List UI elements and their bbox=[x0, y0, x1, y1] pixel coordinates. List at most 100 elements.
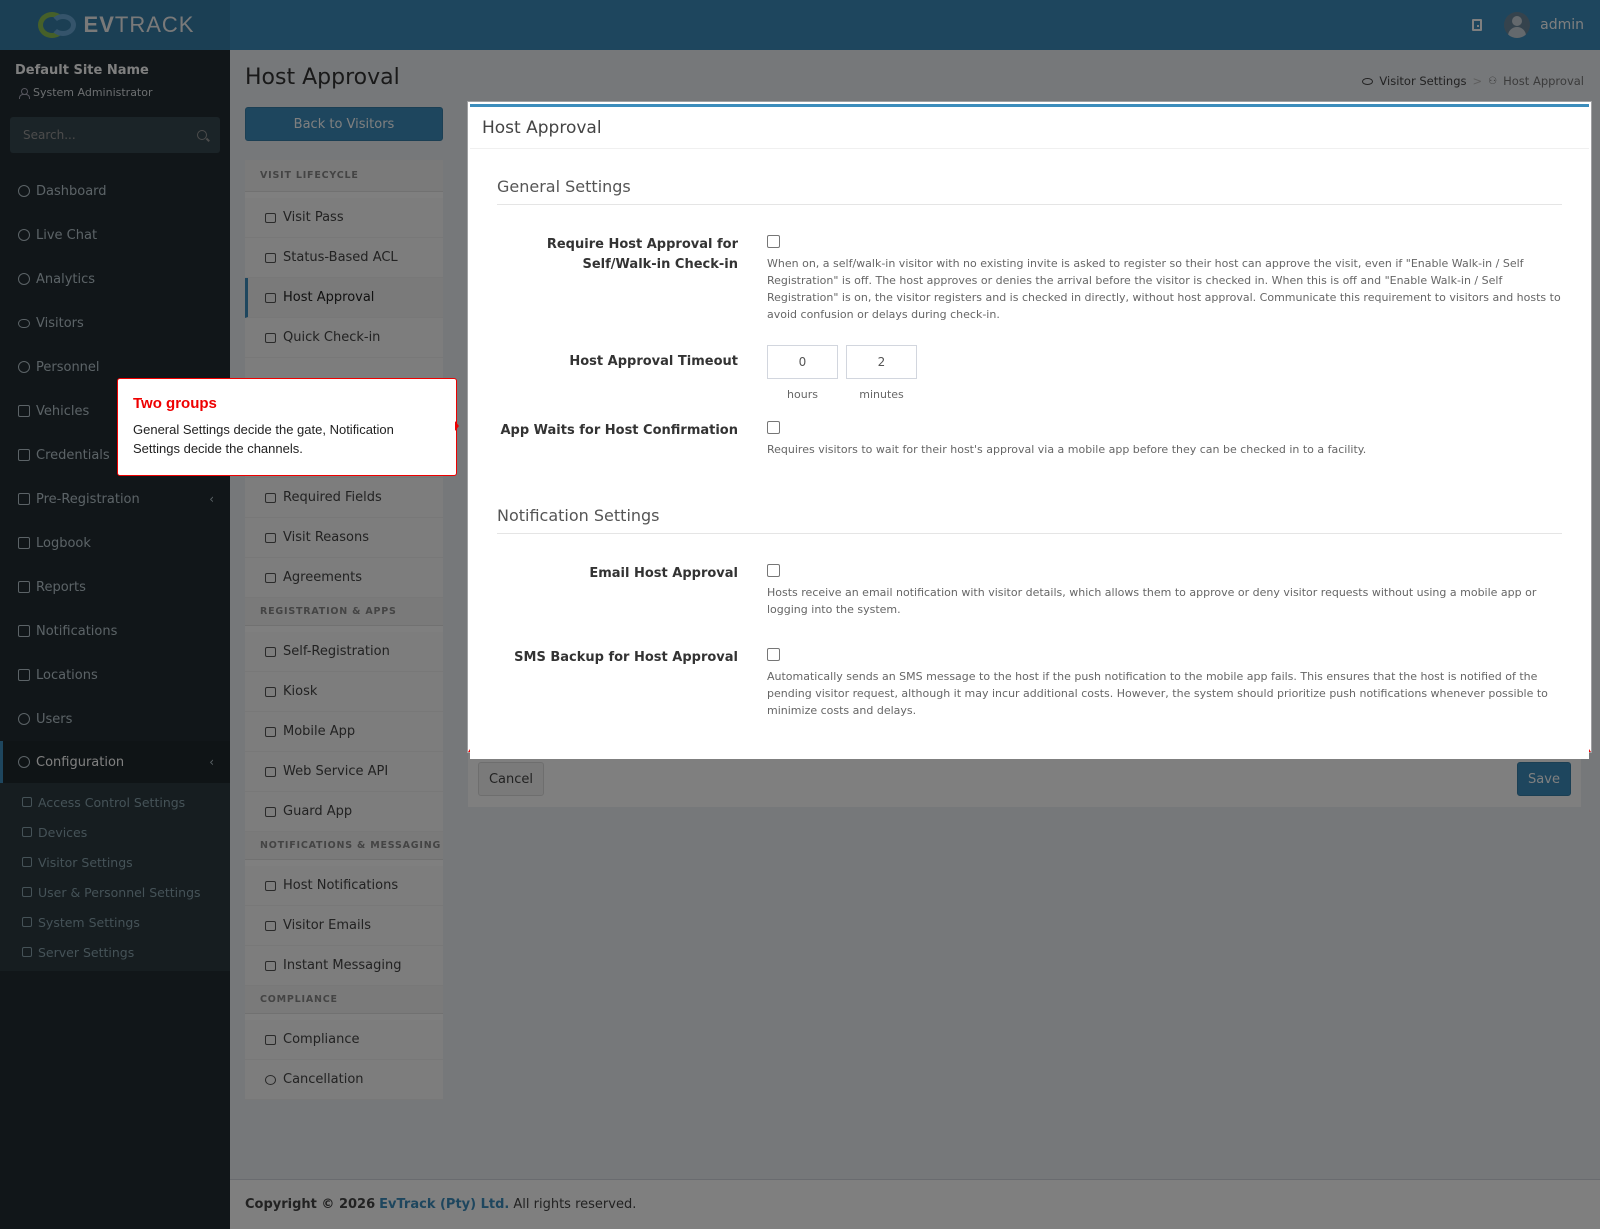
main-menu: Dashboard Live Chat Analytics Visitors P… bbox=[0, 169, 230, 971]
nav-item-compliance[interactable]: Compliance bbox=[245, 1020, 443, 1060]
sidebar-item-dashboard[interactable]: Dashboard bbox=[0, 169, 230, 213]
nav-item-instant-messaging[interactable]: Instant Messaging bbox=[245, 946, 443, 986]
sidebar-item-pre-registration[interactable]: Pre-Registration ‹ bbox=[0, 477, 230, 521]
breadcrumb-separator: > bbox=[1472, 74, 1483, 88]
sidebar-item-analytics[interactable]: Analytics bbox=[0, 257, 230, 301]
nav-item-web-service-api[interactable]: Web Service API bbox=[245, 752, 443, 792]
user-cog-icon bbox=[18, 361, 30, 373]
nav-section-registration-apps: REGISTRATION & APPS bbox=[245, 598, 443, 626]
badge-icon bbox=[18, 449, 30, 461]
sidebar-item-system-settings[interactable]: System Settings bbox=[0, 907, 230, 937]
nav-item-visit-reasons[interactable]: Visit Reasons bbox=[245, 518, 443, 558]
sidebar-item-configuration[interactable]: Configuration ‹ bbox=[0, 741, 230, 783]
email-host-approval-checkbox[interactable] bbox=[767, 564, 780, 577]
evtrack-logo-icon bbox=[36, 10, 80, 40]
brand-logo[interactable]: EVTRACK bbox=[0, 0, 230, 50]
nav-section-notifications-messaging: NOTIFICATIONS & MESSAGING bbox=[245, 832, 443, 860]
nav-item-visitor-emails[interactable]: Visitor Emails bbox=[245, 906, 443, 946]
user-check-icon bbox=[265, 292, 276, 303]
tutorial-callout: Two groups General Settings decide the g… bbox=[117, 378, 457, 476]
nav-item-agreements[interactable]: Agreements bbox=[245, 558, 443, 598]
require-host-approval-row: Require Host Approval for Self/Walk-in C… bbox=[497, 231, 1562, 323]
sidebar-item-devices[interactable]: Devices bbox=[0, 817, 230, 847]
search-icon[interactable] bbox=[197, 130, 207, 140]
nav-item-visit-pass[interactable]: Visit Pass bbox=[245, 198, 443, 238]
sidebar-item-access-control-settings[interactable]: Access Control Settings bbox=[0, 787, 230, 817]
user-icon bbox=[22, 887, 32, 897]
sidebar-item-live-chat[interactable]: Live Chat bbox=[0, 213, 230, 257]
chevron-down-icon: ‹ bbox=[209, 755, 214, 769]
server-icon bbox=[22, 947, 32, 957]
host-approval-panel: Host Approval General Settings Require H… bbox=[470, 104, 1589, 759]
breadcrumb-visitor-settings[interactable]: Visitor Settings bbox=[1379, 74, 1466, 88]
save-button[interactable]: Save bbox=[1517, 762, 1571, 796]
sidebar-item-reports[interactable]: Reports bbox=[0, 565, 230, 609]
nav-section-visit-lifecycle: VISIT LIFECYCLE bbox=[245, 160, 443, 192]
company-link[interactable]: EvTrack (Pty) Ltd. bbox=[379, 1197, 509, 1212]
user-check-icon: ⚇ bbox=[1488, 75, 1498, 87]
sidebar: Default Site Name System Administrator S… bbox=[0, 50, 230, 1229]
nav-item-quick-check-in[interactable]: Quick Check-in bbox=[245, 318, 443, 358]
sidebar-item-logbook[interactable]: Logbook bbox=[0, 521, 230, 565]
car-icon bbox=[18, 405, 30, 417]
timeout-minutes-input[interactable]: 2 bbox=[846, 345, 917, 379]
site-info: Default Site Name System Administrator bbox=[0, 50, 230, 109]
timeout-hours-input[interactable]: 0 bbox=[767, 345, 838, 379]
sidebar-item-visitors[interactable]: Visitors bbox=[0, 301, 230, 345]
hours-caption: hours bbox=[787, 388, 818, 401]
ticket-icon bbox=[265, 212, 276, 223]
nav-item-cancellation[interactable]: Cancellation bbox=[245, 1060, 443, 1100]
bell-icon bbox=[265, 880, 276, 891]
search-input[interactable]: Search... bbox=[10, 117, 220, 153]
back-to-visitors-button[interactable]: Back to Visitors bbox=[245, 107, 443, 141]
nav-item-self-registration[interactable]: Self-Registration bbox=[245, 632, 443, 672]
sidebar-item-notifications[interactable]: Notifications bbox=[0, 609, 230, 653]
nav-item-host-approval[interactable]: Host Approval bbox=[245, 278, 443, 318]
breadcrumb-current: Host Approval bbox=[1503, 74, 1584, 88]
email-host-approval-help: Hosts receive an email notification with… bbox=[767, 586, 1537, 616]
configuration-submenu: Access Control Settings Devices Visitor … bbox=[0, 783, 230, 971]
sidebar-item-locations[interactable]: Locations bbox=[0, 653, 230, 697]
sidebar-item-user-personnel-settings[interactable]: User & Personnel Settings bbox=[0, 877, 230, 907]
shield-check-icon bbox=[265, 1034, 276, 1045]
message-icon bbox=[265, 960, 276, 971]
sidebar-item-users[interactable]: Users bbox=[0, 697, 230, 741]
nav-item-required-fields[interactable]: Required Fields bbox=[245, 478, 443, 518]
nav-section-compliance: COMPLIANCE bbox=[245, 986, 443, 1014]
sms-backup-checkbox[interactable] bbox=[767, 648, 780, 661]
headset-icon bbox=[18, 229, 30, 241]
page-footer: Copyright © 2026 EvTrack (Pty) Ltd. All … bbox=[230, 1179, 1600, 1229]
require-host-approval-checkbox[interactable] bbox=[767, 235, 780, 248]
nav-item-kiosk[interactable]: Kiosk bbox=[245, 672, 443, 712]
target-icon bbox=[18, 273, 30, 285]
sliders-icon bbox=[22, 917, 32, 927]
door-icon[interactable] bbox=[1472, 19, 1483, 31]
app-waits-checkbox[interactable] bbox=[767, 421, 780, 434]
panel-body: General Settings Require Host Approval f… bbox=[470, 149, 1589, 759]
cancel-button[interactable]: Cancel bbox=[478, 762, 544, 796]
require-host-approval-help: When on, a self/walk-in visitor with no … bbox=[767, 257, 1561, 321]
sidebar-item-server-settings[interactable]: Server Settings bbox=[0, 937, 230, 967]
gear-icon bbox=[18, 756, 30, 768]
list-check-icon bbox=[265, 252, 276, 263]
nav-item-status-based-acl[interactable]: Status-Based ACL bbox=[245, 238, 443, 278]
callout-arrow bbox=[455, 421, 459, 431]
form-actions: Cancel Save bbox=[468, 751, 1581, 807]
sidebar-item-visitor-settings[interactable]: Visitor Settings bbox=[0, 847, 230, 877]
username: admin bbox=[1540, 17, 1584, 33]
page-title: Host Approval bbox=[245, 65, 400, 90]
host-approval-timeout-label: Host Approval Timeout bbox=[569, 354, 738, 369]
require-host-approval-label: Require Host Approval for Self/Walk-in C… bbox=[546, 237, 738, 272]
sms-backup-row: SMS Backup for Host Approval Automatical… bbox=[497, 644, 1562, 719]
map-icon bbox=[18, 669, 30, 681]
email-host-approval-row: Email Host Approval Hosts receive an ema… bbox=[497, 560, 1562, 618]
notification-settings-heading: Notification Settings bbox=[497, 506, 1562, 534]
nav-item-mobile-app[interactable]: Mobile App bbox=[245, 712, 443, 752]
email-host-approval-label: Email Host Approval bbox=[589, 566, 738, 581]
brand-name: EVTRACK bbox=[83, 12, 195, 37]
site-name: Default Site Name bbox=[15, 63, 149, 78]
nav-item-host-notifications[interactable]: Host Notifications bbox=[245, 866, 443, 906]
nav-item-guard-app[interactable]: Guard App bbox=[245, 792, 443, 832]
chart-icon bbox=[18, 581, 30, 593]
user-menu[interactable]: admin bbox=[1504, 12, 1584, 38]
